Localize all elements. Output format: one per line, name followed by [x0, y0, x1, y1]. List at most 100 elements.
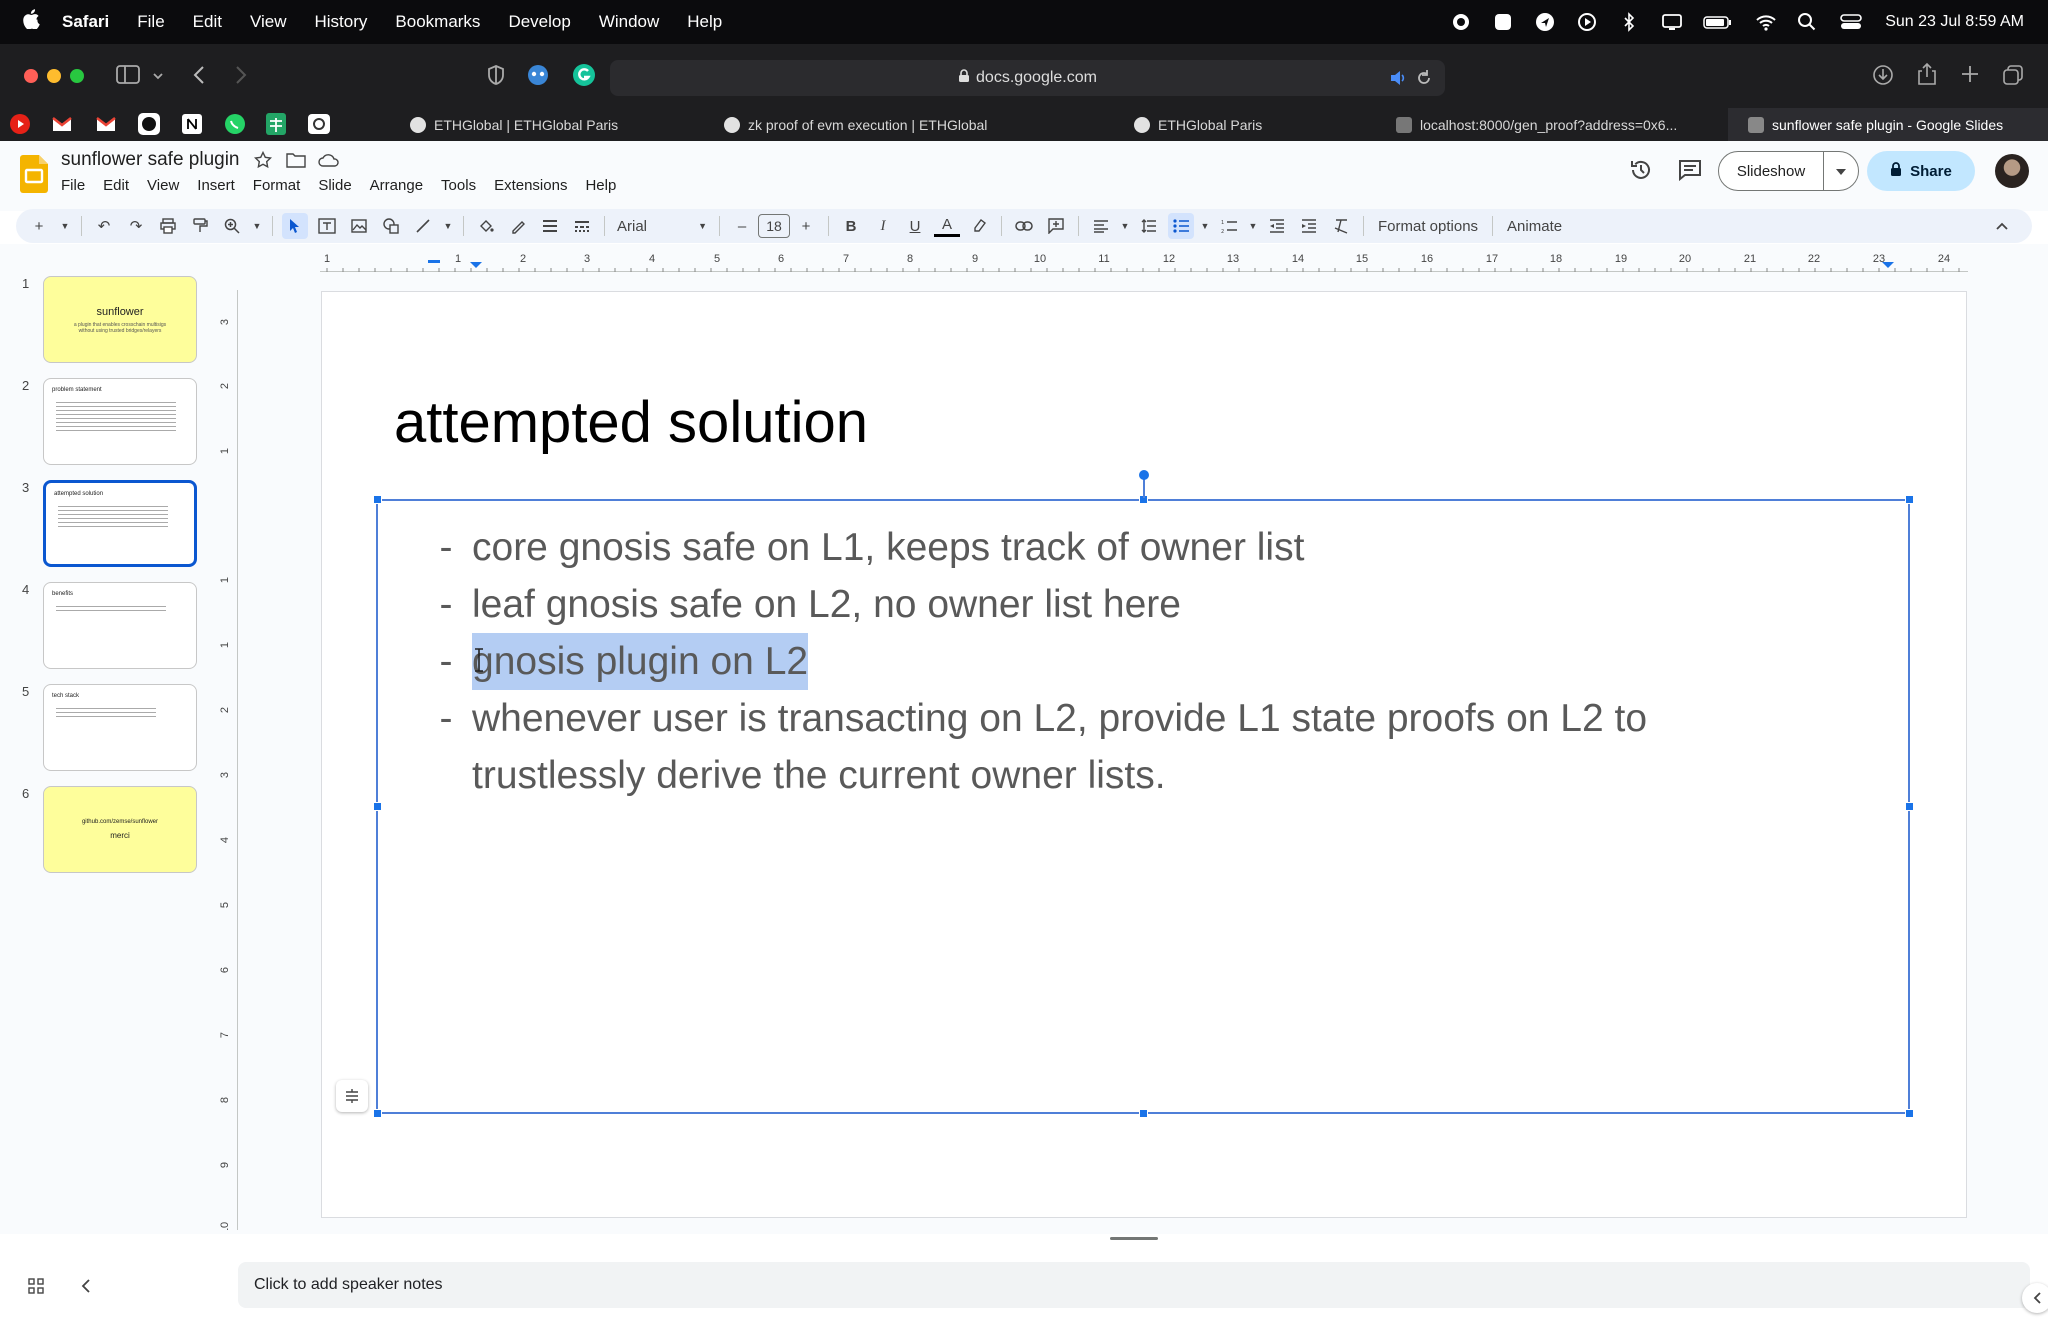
notion-pinned-icon[interactable] — [182, 114, 202, 139]
gmail-pinned-icon[interactable] — [52, 115, 72, 138]
horizontal-ruler[interactable]: 1 1 2 3 4 5 6 7 8 9 10 11 12 13 14 15 16 17 18 19 20 21 22 23 24 — [320, 250, 1968, 272]
bulleted-list-icon[interactable] — [1168, 213, 1194, 239]
downloads-icon[interactable] — [1872, 64, 1894, 91]
resize-handle-se[interactable] — [1905, 1109, 1914, 1118]
browser-tab[interactable]: ETHGlobal Paris — [1134, 108, 1354, 141]
print-icon[interactable] — [155, 213, 181, 239]
highlight-color-icon[interactable] — [966, 213, 992, 239]
pinned-app-icon[interactable] — [308, 114, 330, 139]
undo-icon[interactable]: ↶ — [91, 213, 117, 239]
first-line-indent-marker-icon[interactable] — [428, 260, 440, 263]
add-comment-icon[interactable] — [1043, 213, 1069, 239]
resize-handle-e[interactable] — [1905, 802, 1914, 811]
docs-menu-view[interactable]: View — [147, 177, 179, 194]
grammarly-icon[interactable] — [572, 63, 596, 92]
cloud-saved-icon[interactable] — [318, 152, 340, 173]
grid-view-icon[interactable] — [28, 1278, 44, 1299]
slide-thumbnail-1[interactable]: sunflower a plugin that enables crosscha… — [43, 276, 197, 363]
battery-icon[interactable] — [1703, 12, 1733, 32]
bullet-item[interactable]: - gnosis plugin on L2 — [420, 633, 1860, 690]
numbered-list-icon[interactable]: 12 — [1216, 213, 1242, 239]
docs-menu-edit[interactable]: Edit — [103, 177, 129, 194]
insert-link-icon[interactable] — [1011, 213, 1037, 239]
menubar-history[interactable]: History — [315, 12, 368, 32]
collapse-toolbar-icon[interactable] — [1989, 213, 2015, 239]
align-caret-icon[interactable]: ▼ — [1120, 213, 1130, 239]
border-dash-icon[interactable] — [569, 213, 595, 239]
body-text-box[interactable]: - core gnosis safe on L1, keeps track of … — [376, 499, 1910, 1114]
grid-app-icon[interactable] — [1493, 12, 1513, 32]
border-color-icon[interactable] — [505, 213, 531, 239]
screen-record-icon[interactable] — [1451, 12, 1471, 32]
slideshow-button[interactable]: Slideshow — [1718, 151, 1824, 191]
move-folder-icon[interactable] — [286, 152, 306, 173]
insert-image-icon[interactable] — [346, 213, 372, 239]
text-box-icon[interactable] — [314, 213, 340, 239]
docs-menu-extensions[interactable]: Extensions — [494, 177, 567, 194]
browser-tab[interactable]: localhost:8000/gen_proof?address=0x6... — [1396, 108, 1688, 141]
account-avatar[interactable] — [1995, 154, 2029, 188]
browser-tab[interactable]: ETHGlobal | ETHGlobal Paris — [410, 108, 680, 141]
docs-menu-tools[interactable]: Tools — [441, 177, 476, 194]
menubar-edit[interactable]: Edit — [193, 12, 222, 32]
zoom-caret-icon[interactable]: ▼ — [251, 213, 263, 239]
docs-menu-file[interactable]: File — [61, 177, 85, 194]
menubar-app-name[interactable]: Safari — [62, 12, 109, 32]
slide-thumbnail-2[interactable]: problem statement — [43, 378, 197, 465]
comments-icon[interactable] — [1678, 159, 1702, 186]
window-close-button[interactable] — [24, 69, 38, 83]
whatsapp-pinned-icon[interactable] — [224, 113, 246, 140]
new-slide-icon[interactable]: + — [26, 213, 52, 239]
new-slide-caret-icon[interactable]: ▼ — [58, 213, 72, 239]
resize-handle-nw[interactable] — [373, 495, 382, 504]
menubar-help[interactable]: Help — [687, 12, 722, 32]
menubar-view[interactable]: View — [250, 12, 287, 32]
resize-handle-s[interactable] — [1139, 1109, 1148, 1118]
italic-icon[interactable]: I — [870, 213, 896, 239]
slide-title[interactable]: attempted solution — [394, 389, 868, 456]
youtube-pinned-icon[interactable] — [10, 114, 30, 139]
slides-logo-icon[interactable] — [20, 155, 48, 198]
display-icon[interactable] — [1661, 12, 1683, 32]
fill-color-icon[interactable] — [473, 213, 499, 239]
navigation-icon[interactable] — [1535, 12, 1555, 32]
play-icon[interactable] — [1577, 12, 1597, 32]
bullet-item[interactable]: - leaf gnosis safe on L2, no owner list h… — [420, 576, 1860, 633]
document-title[interactable]: sunflower safe plugin — [61, 149, 240, 171]
text-color-icon[interactable]: A — [934, 215, 960, 237]
redo-icon[interactable]: ↷ — [123, 213, 149, 239]
autofit-options-icon[interactable] — [336, 1080, 368, 1112]
paint-format-icon[interactable] — [187, 213, 213, 239]
decrease-font-size-icon[interactable]: – — [729, 213, 755, 239]
menubar-window[interactable]: Window — [599, 12, 659, 32]
numbered-list-caret-icon[interactable]: ▼ — [1248, 213, 1258, 239]
menubar-bookmarks[interactable]: Bookmarks — [395, 12, 480, 32]
gmail-pinned-icon-2[interactable] — [96, 115, 116, 138]
border-weight-icon[interactable] — [537, 213, 563, 239]
decrease-indent-icon[interactable] — [1264, 213, 1290, 239]
slide-thumbnail-3[interactable]: attempted solution — [43, 480, 197, 567]
window-zoom-button[interactable] — [70, 69, 84, 83]
browser-tab-active[interactable]: sunflower safe plugin - Google Slides — [1728, 108, 2048, 141]
resize-handle-sw[interactable] — [373, 1109, 382, 1118]
github-pinned-icon[interactable] — [138, 113, 160, 140]
underline-icon[interactable]: U — [902, 213, 928, 239]
line-spacing-icon[interactable] — [1136, 213, 1162, 239]
forward-icon[interactable] — [234, 64, 248, 91]
notes-resize-handle[interactable] — [1110, 1237, 1158, 1240]
menubar-develop[interactable]: Develop — [508, 12, 570, 32]
format-options-button[interactable]: Format options — [1378, 218, 1478, 235]
font-size-input[interactable]: 18 — [758, 214, 790, 238]
docs-menu-insert[interactable]: Insert — [197, 177, 235, 194]
bold-icon[interactable]: B — [838, 213, 864, 239]
align-icon[interactable] — [1088, 213, 1114, 239]
menubar-file[interactable]: File — [137, 12, 164, 32]
shape-icon[interactable] — [378, 213, 404, 239]
side-panel-toggle-icon[interactable] — [2022, 1283, 2048, 1313]
star-icon[interactable] — [253, 150, 273, 174]
tab-overview-icon[interactable] — [2002, 64, 2024, 91]
wifi-icon[interactable] — [1755, 12, 1776, 32]
sidebar-toggle-icon[interactable] — [116, 64, 140, 91]
clear-formatting-icon[interactable] — [1328, 213, 1354, 239]
bullet-item-continuation[interactable]: trustlessly derive the current owner lis… — [420, 747, 1860, 804]
